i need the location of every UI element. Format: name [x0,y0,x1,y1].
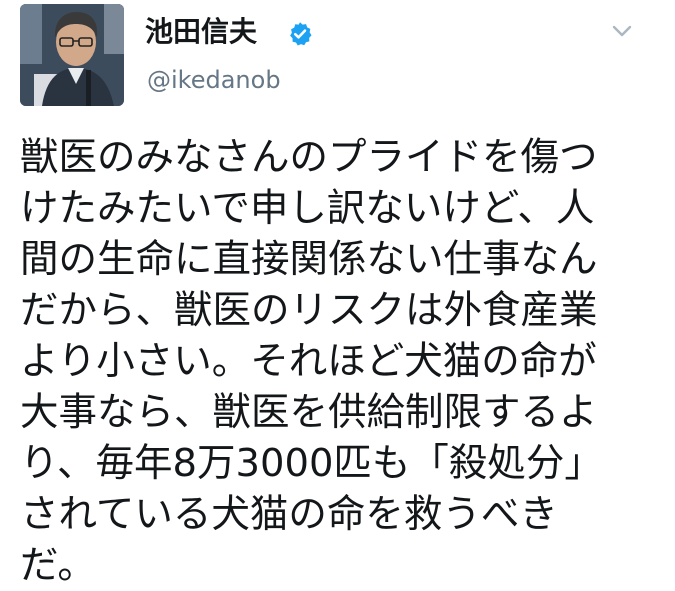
chevron-down-icon[interactable] [612,24,632,38]
author-handle[interactable]: @ikedanob [147,64,281,96]
tweet-text-line: り、毎年8万3000匹も「殺処分」 [20,441,603,486]
avatar-photo [20,4,124,106]
tweet-text-line: 大事なら、獣医を供給制限するよ [20,390,598,435]
verified-badge-icon [290,22,312,46]
tweet-text-line: されている犬猫の命を救うべき [20,492,558,537]
tweet-text: 獣医のみなさんのプライドを傷つ けたみたいで申し訳ないけど、人 間の生命に直接関… [20,132,660,591]
tweet-text-line: 獣医のみなさんのプライドを傷つ [20,135,598,180]
tweet-text-line: より小さい。それほど犬猫の命が [20,339,597,384]
avatar[interactable] [20,4,124,106]
author-display-name[interactable]: 池田信夫 [145,14,257,50]
tweet-text-line: だから、獣医のリスクは外食産業 [20,288,598,333]
tweet-text-line: 間の生命に直接関係ない仕事なん [20,237,598,282]
tweet-text-line: だ。 [20,543,96,588]
tweet-text-line: けたみたいで申し訳ないけど、人 [20,186,595,231]
